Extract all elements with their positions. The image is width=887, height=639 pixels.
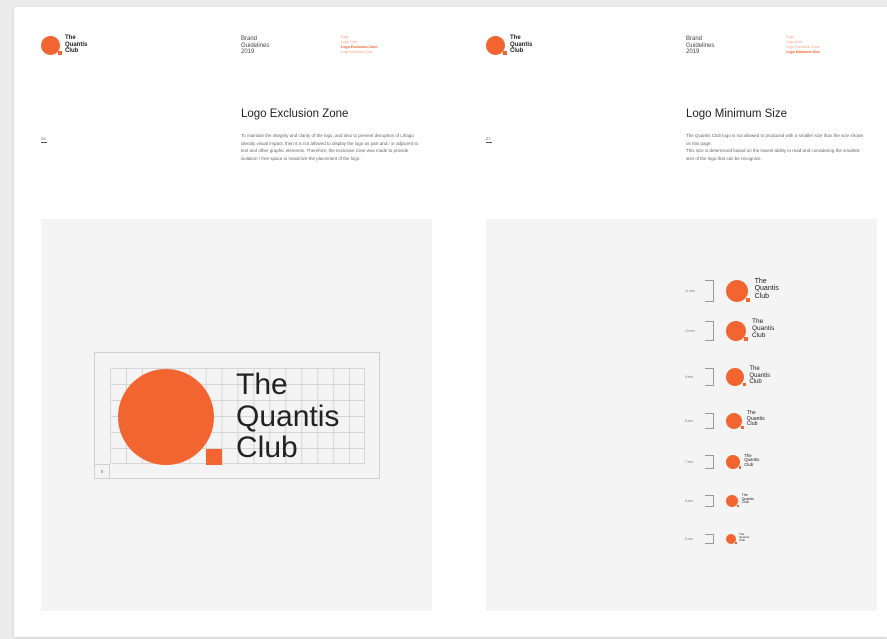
page-description: To maintain the integrity and clarity of… xyxy=(241,133,419,161)
page-description: The Quantis Club logo is not allowed to … xyxy=(686,133,864,161)
logo-square-icon xyxy=(738,466,742,469)
logo-square-icon xyxy=(206,449,222,465)
logo-wordmark: The Quantis Club xyxy=(746,410,765,428)
page-title: Logo Exclusion Zone xyxy=(241,108,349,120)
header-logo: The Quantis Club xyxy=(486,35,532,57)
logo-wordmark: The Quantis Club xyxy=(741,492,754,505)
logo-circle-icon xyxy=(726,368,744,386)
size-label: 8 mm xyxy=(685,419,693,423)
logo-circle-icon xyxy=(726,413,742,429)
size-label: 6 mm xyxy=(685,499,693,503)
logo-wordmark: The Quantis Club xyxy=(749,366,771,385)
size-bracket xyxy=(705,368,714,386)
size-label: 10 mm xyxy=(685,329,695,333)
size-bracket xyxy=(705,321,714,341)
exclusion-zone-box: x The Quantis Club xyxy=(94,352,380,479)
size-bracket xyxy=(705,413,714,429)
logo-wordmark: The Quantis Club xyxy=(744,452,760,467)
logo-wordmark: The Quantis Club xyxy=(65,35,88,54)
brand-guidelines-label: Brand Guidelines 2019 xyxy=(241,36,270,55)
x-unit-marker: x xyxy=(95,464,110,479)
logo-circle-icon xyxy=(726,321,746,341)
logo-wordmark: The Quantis Club xyxy=(752,318,775,339)
logo-square-icon xyxy=(742,382,746,386)
size-label: 11 mm xyxy=(685,289,695,293)
size-label: 5 mm xyxy=(685,537,693,541)
logo-wordmark: The Quantis Club xyxy=(739,532,750,543)
logo-square-icon xyxy=(744,337,748,341)
section-nav: Logo Logo Grid Logo Exclusion Zone Logo … xyxy=(786,35,820,55)
brand-guidelines-label: Brand Guidelines 2019 xyxy=(686,36,715,55)
page-number: 27 xyxy=(486,136,491,141)
brand-guidelines-spread: The Quantis Club Brand Guidelines 2019 L… xyxy=(14,7,887,637)
nav-item-logo-minimum-size: Logo Minimum Size xyxy=(786,50,820,54)
size-bracket xyxy=(705,534,714,544)
logo-wordmark-large: The Quantis Club xyxy=(236,368,340,464)
logo-square-icon xyxy=(740,426,744,429)
exclusion-zone-panel: x The Quantis Club xyxy=(41,219,432,611)
size-label: 7 mm xyxy=(685,460,693,464)
logo-wordmark: The Quantis Club xyxy=(510,35,533,54)
page-logo-exclusion-zone: The Quantis Club Brand Guidelines 2019 L… xyxy=(14,7,459,637)
page-title: Logo Minimum Size xyxy=(686,108,787,120)
minimum-size-panel: 11 mm The Quantis Club 10 mm The Quantis Cl… xyxy=(486,219,877,611)
logo-square-icon xyxy=(503,51,507,55)
size-bracket xyxy=(705,495,714,507)
page-number: 26 xyxy=(41,136,46,141)
size-bracket xyxy=(705,280,714,302)
size-label: 9 mm xyxy=(685,375,693,379)
logo-square-icon xyxy=(58,51,62,55)
section-nav: Logo Logo Grid Logo Exclusion Zone Logo … xyxy=(341,35,377,55)
page-logo-minimum-size: The Quantis Club Brand Guidelines 2019 L… xyxy=(459,7,887,637)
size-bracket xyxy=(705,455,714,469)
nav-item-logo-minimum-size: Logo Minimum Size xyxy=(341,50,373,54)
logo-square-icon xyxy=(737,504,740,507)
logo-circle-icon xyxy=(118,369,214,465)
logo-square-icon xyxy=(746,298,751,302)
logo-square-icon xyxy=(735,542,738,544)
logo-wordmark: The Quantis Club xyxy=(754,277,779,300)
logo-circle-icon xyxy=(726,280,748,302)
header-logo: The Quantis Club xyxy=(41,35,87,57)
